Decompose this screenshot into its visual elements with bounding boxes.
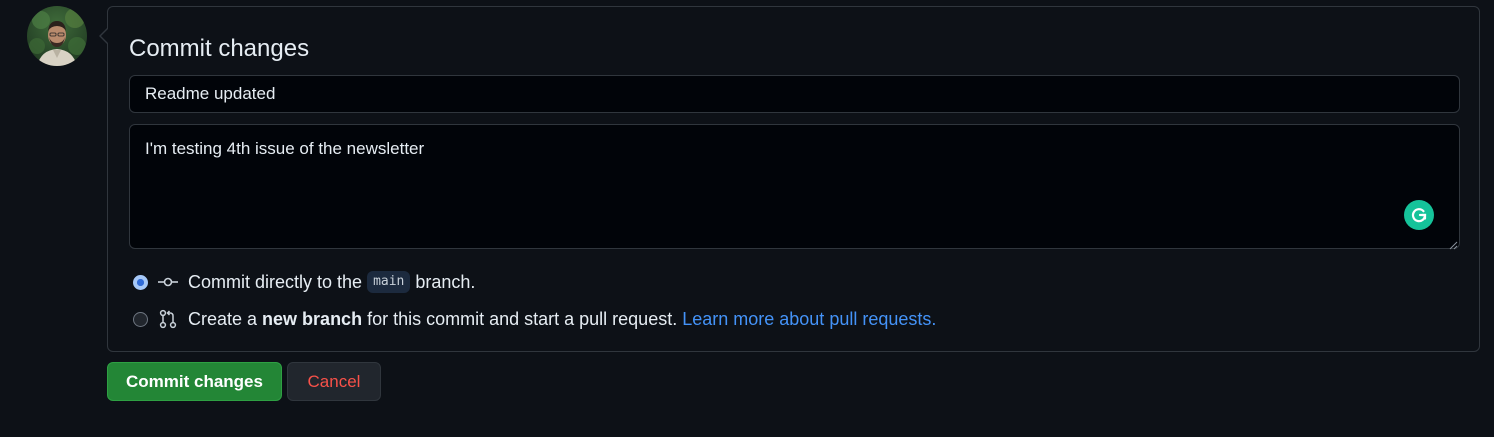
new-branch-suffix: for this commit and start a pull request… [367, 308, 678, 329]
commit-direct-suffix: branch. [415, 271, 476, 292]
user-avatar[interactable] [27, 6, 87, 66]
grammarly-icon[interactable] [1404, 200, 1434, 230]
avatar-image [29, 8, 86, 66]
git-pull-request-icon [158, 309, 178, 329]
new-branch-bold: new branch [262, 308, 363, 329]
commit-panel: Commit changes I'm testing 4th issue of … [99, 6, 1480, 352]
commit-description-textarea[interactable]: I'm testing 4th issue of the newsletter [129, 124, 1460, 249]
commit-summary-input[interactable] [129, 75, 1460, 113]
new-branch-prefix: Create a [188, 308, 258, 329]
cancel-button[interactable]: Cancel [287, 362, 381, 401]
commit-heading: Commit changes [129, 35, 310, 62]
panel-caret-fill [101, 28, 109, 44]
commit-direct-option[interactable]: Commit directly to the main branch. [133, 269, 475, 295]
commit-direct-prefix: Commit directly to the [188, 271, 363, 292]
commit-direct-radio[interactable] [133, 274, 148, 290]
new-branch-radio[interactable] [133, 311, 148, 327]
git-commit-icon [158, 272, 178, 292]
learn-more-pull-requests-link[interactable]: Learn more about pull requests. [682, 309, 936, 330]
branch-name-chip: main [367, 271, 411, 293]
commit-changes-button[interactable]: Commit changes [107, 362, 282, 401]
new-branch-option[interactable]: Create a new branch for this commit and … [133, 306, 936, 332]
textarea-resize-handle[interactable] [1448, 237, 1458, 250]
